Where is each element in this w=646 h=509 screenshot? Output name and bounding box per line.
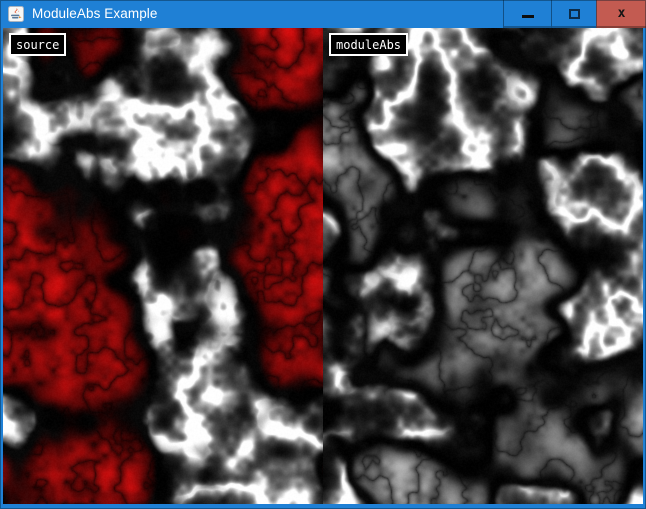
image-content-area: source moduleAbs: [3, 28, 643, 504]
close-icon: x: [618, 7, 626, 20]
maximize-button[interactable]: [551, 0, 596, 28]
minimize-button[interactable]: [503, 0, 551, 28]
moduleabs-label: moduleAbs: [329, 33, 408, 56]
window-controls: x: [503, 0, 646, 28]
maximize-icon: [569, 9, 580, 19]
minimize-icon: [522, 15, 534, 18]
window-titlebar[interactable]: ModuleAbs Example x: [0, 0, 646, 28]
window-title: ModuleAbs Example: [32, 0, 158, 28]
source-panel: source: [3, 28, 323, 504]
moduleabs-noise-image: [323, 28, 643, 504]
source-noise-image: [3, 28, 323, 504]
java-app-icon: [8, 6, 24, 22]
close-button[interactable]: x: [596, 0, 646, 28]
app-window: ModuleAbs Example x source moduleAbs: [0, 0, 646, 509]
moduleabs-panel: moduleAbs: [323, 28, 643, 504]
source-label: source: [9, 33, 66, 56]
